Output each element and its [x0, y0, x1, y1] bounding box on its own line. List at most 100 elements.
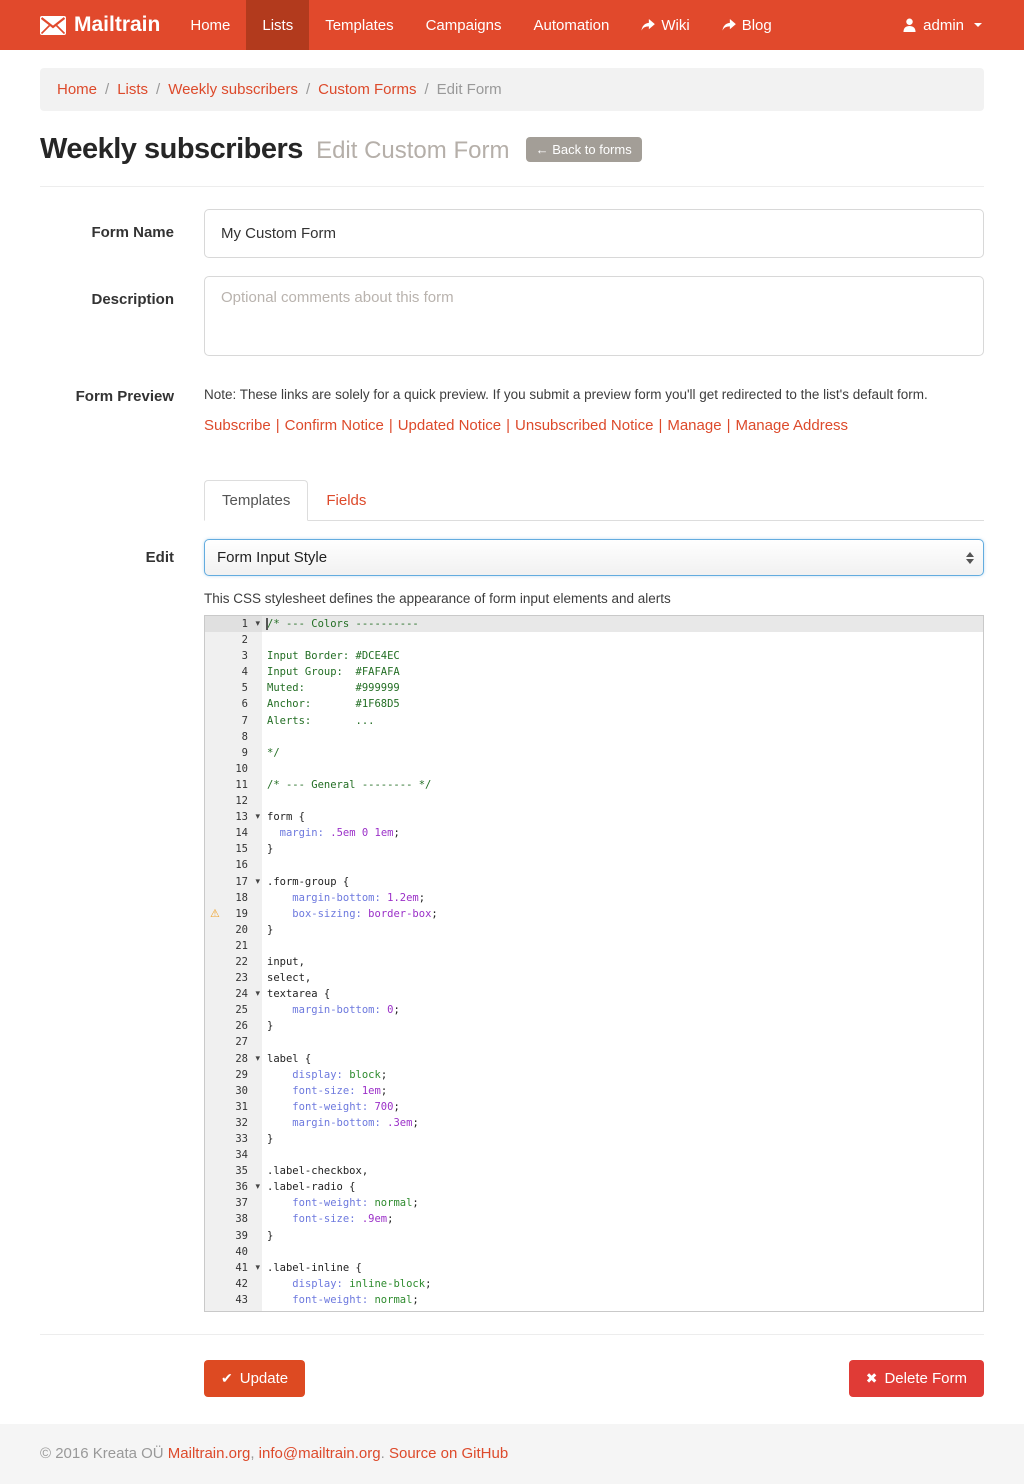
editor-gutter-cell[interactable]: 44 — [205, 1308, 262, 1312]
form-name-input[interactable] — [204, 209, 984, 258]
editor-code-line[interactable]: } — [262, 922, 983, 938]
fold-arrow-icon[interactable]: ▾ — [255, 986, 260, 1002]
editor-gutter-cell[interactable]: 29 — [205, 1067, 262, 1083]
update-button[interactable]: ✔Update — [204, 1360, 305, 1397]
editor-gutter-cell[interactable]: 41▾ — [205, 1260, 262, 1276]
editor-code-line[interactable]: margin-left: .3em; — [262, 1308, 983, 1312]
breadcrumb-link-home[interactable]: Home — [57, 81, 97, 98]
editor-gutter-cell[interactable]: 27 — [205, 1034, 262, 1050]
editor-gutter-cell[interactable]: 39 — [205, 1228, 262, 1244]
editor-gutter-cell[interactable]: 30 — [205, 1083, 262, 1099]
editor-code-line[interactable]: .form-group { — [262, 874, 983, 890]
breadcrumb-link-custom-forms[interactable]: Custom Forms — [318, 81, 416, 98]
editor-code-line[interactable]: font-weight: 700; — [262, 1099, 983, 1115]
editor-code-line[interactable]: */ — [262, 745, 983, 761]
editor-code-line[interactable]: margin: .5em 0 1em; — [262, 825, 983, 841]
nav-item-campaigns[interactable]: Campaigns — [410, 0, 518, 50]
css-code-editor[interactable]: 1▾/* --- Colors ----------23Input Border… — [204, 615, 984, 1312]
editor-gutter-cell[interactable]: 24▾ — [205, 986, 262, 1002]
editor-gutter-cell[interactable]: 37 — [205, 1195, 262, 1211]
preview-link-manage-address[interactable]: Manage Address — [735, 417, 848, 434]
editor-code-line[interactable]: margin-bottom: 0; — [262, 1002, 983, 1018]
editor-code-line[interactable]: .label-radio { — [262, 1179, 983, 1195]
editor-code-line[interactable] — [262, 632, 983, 648]
editor-gutter-cell[interactable]: 26 — [205, 1018, 262, 1034]
footer-link-source-on-github[interactable]: Source on GitHub — [389, 1445, 508, 1462]
editor-code-line[interactable]: } — [262, 1228, 983, 1244]
editor-code-line[interactable]: Muted: #999999 — [262, 680, 983, 696]
editor-gutter-cell[interactable]: 20 — [205, 922, 262, 938]
preview-link-manage[interactable]: Manage — [667, 417, 721, 434]
editor-code-line[interactable]: select, — [262, 970, 983, 986]
editor-code-line[interactable] — [262, 857, 983, 873]
brand[interactable]: Mailtrain — [0, 0, 174, 50]
editor-gutter-cell[interactable]: 32 — [205, 1115, 262, 1131]
fold-arrow-icon[interactable]: ▾ — [255, 874, 260, 890]
editor-gutter-cell[interactable]: 35 — [205, 1163, 262, 1179]
editor-code-line[interactable]: /* --- Colors ---------- — [262, 616, 983, 632]
preview-link-subscribe[interactable]: Subscribe — [204, 417, 271, 434]
nav-item-automation[interactable]: Automation — [517, 0, 625, 50]
editor-gutter-cell[interactable]: 18 — [205, 890, 262, 906]
editor-code-line[interactable] — [262, 938, 983, 954]
editor-code-line[interactable]: box-sizing: border-box; — [262, 906, 983, 922]
editor-gutter-cell[interactable]: 4 — [205, 664, 262, 680]
editor-gutter-cell[interactable]: 12 — [205, 793, 262, 809]
editor-gutter-cell[interactable]: 17▾ — [205, 874, 262, 890]
editor-gutter-cell[interactable]: 9 — [205, 745, 262, 761]
editor-code-line[interactable] — [262, 1034, 983, 1050]
breadcrumb-link-weekly-subscribers[interactable]: Weekly subscribers — [168, 81, 298, 98]
editor-gutter-cell[interactable]: 16 — [205, 857, 262, 873]
editor-gutter-cell[interactable]: 31 — [205, 1099, 262, 1115]
editor-gutter-cell[interactable]: 14 — [205, 825, 262, 841]
editor-code-line[interactable]: Alerts: ... — [262, 713, 983, 729]
fold-arrow-icon[interactable]: ▾ — [255, 1051, 260, 1067]
editor-code-line[interactable]: /* --- General -------- */ — [262, 777, 983, 793]
editor-gutter-cell[interactable]: 34 — [205, 1147, 262, 1163]
editor-code-line[interactable] — [262, 1147, 983, 1163]
nav-item-home[interactable]: Home — [174, 0, 246, 50]
description-textarea[interactable] — [204, 276, 984, 356]
editor-gutter-cell[interactable]: 1▾ — [205, 616, 262, 632]
editor-gutter-cell[interactable]: 43 — [205, 1292, 262, 1308]
editor-gutter-cell[interactable]: 10 — [205, 761, 262, 777]
fold-arrow-icon[interactable]: ▾ — [255, 1260, 260, 1276]
editor-code-line[interactable]: display: block; — [262, 1067, 983, 1083]
editor-code-line[interactable]: form { — [262, 809, 983, 825]
editor-gutter-cell[interactable]: 13▾ — [205, 809, 262, 825]
breadcrumb-link-lists[interactable]: Lists — [117, 81, 148, 98]
editor-code-line[interactable]: .label-inline { — [262, 1260, 983, 1276]
editor-gutter-cell[interactable]: 2 — [205, 632, 262, 648]
editor-gutter-cell[interactable]: 6 — [205, 696, 262, 712]
nav-item-lists[interactable]: Lists — [246, 0, 309, 50]
preview-link-updated-notice[interactable]: Updated Notice — [398, 417, 501, 434]
editor-gutter-cell[interactable]: 22 — [205, 954, 262, 970]
editor-gutter-cell[interactable]: 15 — [205, 841, 262, 857]
footer-link-mailtrain-org[interactable]: Mailtrain.org — [168, 1445, 251, 1462]
preview-link-confirm-notice[interactable]: Confirm Notice — [285, 417, 384, 434]
editor-code-line[interactable]: textarea { — [262, 986, 983, 1002]
editor-code-line[interactable]: font-size: .9em; — [262, 1211, 983, 1227]
editor-gutter-cell[interactable]: 5 — [205, 680, 262, 696]
edit-template-select[interactable]: Form Input Style — [204, 539, 984, 576]
editor-code-line[interactable]: } — [262, 841, 983, 857]
fold-arrow-icon[interactable]: ▾ — [255, 616, 260, 632]
back-to-forms-button[interactable]: ← Back to forms — [526, 137, 642, 162]
editor-gutter-cell[interactable]: 21 — [205, 938, 262, 954]
editor-gutter-cell[interactable]: 38 — [205, 1211, 262, 1227]
fold-arrow-icon[interactable]: ▾ — [255, 809, 260, 825]
editor-code-line[interactable] — [262, 761, 983, 777]
editor-code-line[interactable] — [262, 793, 983, 809]
editor-code-line[interactable]: Input Group: #FAFAFA — [262, 664, 983, 680]
editor-code-line[interactable]: Anchor: #1F68D5 — [262, 696, 983, 712]
editor-code-line[interactable] — [262, 729, 983, 745]
editor-code-line[interactable]: Input Border: #DCE4EC — [262, 648, 983, 664]
nav-item-blog[interactable]: Blog — [706, 0, 788, 50]
preview-link-unsubscribed-notice[interactable]: Unsubscribed Notice — [515, 417, 653, 434]
editor-gutter-cell[interactable]: 11 — [205, 777, 262, 793]
editor-gutter-cell[interactable]: 36▾ — [205, 1179, 262, 1195]
editor-code-line[interactable]: font-weight: normal; — [262, 1292, 983, 1308]
editor-code-line[interactable]: } — [262, 1131, 983, 1147]
footer-link-info-mailtrain-org[interactable]: info@mailtrain.org — [259, 1445, 381, 1462]
editor-gutter-cell[interactable]: 40 — [205, 1244, 262, 1260]
